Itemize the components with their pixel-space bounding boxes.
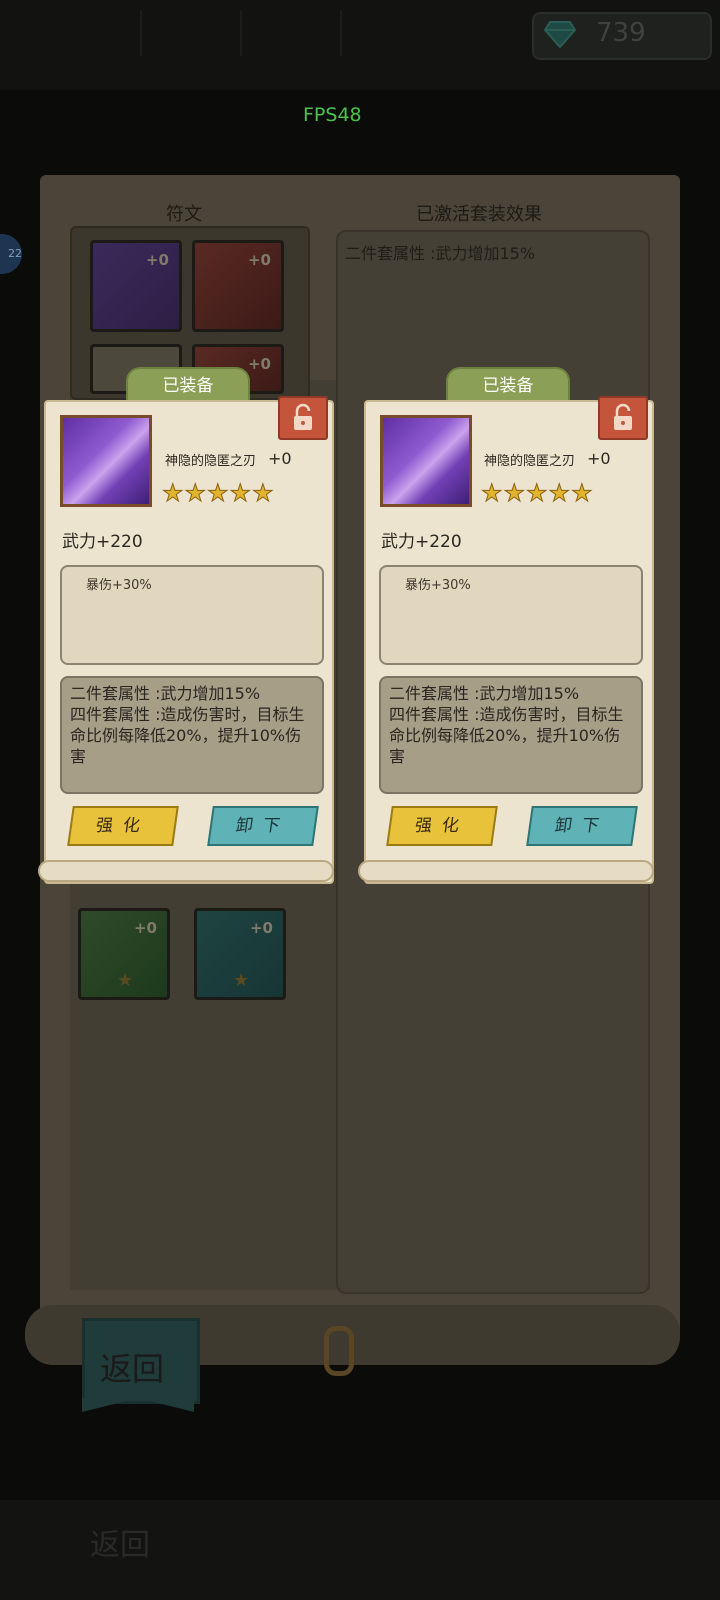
blade-icon bbox=[60, 415, 152, 507]
top-separator bbox=[240, 10, 242, 56]
rune-slot[interactable]: +0 bbox=[90, 240, 182, 332]
lock-icon[interactable] bbox=[278, 396, 328, 440]
enhance-button[interactable]: 强化 bbox=[67, 806, 179, 846]
top-separator bbox=[140, 10, 142, 56]
set-effects: 二件套属性 :武力增加15% 四件套属性 :造成伤害时，目标生命比例每降低20%… bbox=[379, 676, 643, 794]
scroll-tie bbox=[324, 1326, 354, 1376]
sub-stat: 暴伤+30% bbox=[405, 578, 471, 593]
star-rating: ★★★★★ bbox=[481, 479, 594, 508]
star-rating: ★★★★★ bbox=[162, 479, 275, 508]
card-roll bbox=[358, 860, 654, 882]
rune-slot[interactable]: +0 ★ bbox=[194, 908, 286, 1000]
item-enhance-level: +0 bbox=[268, 449, 292, 468]
equipped-tab: 已装备 bbox=[446, 367, 570, 403]
top-separator bbox=[340, 10, 342, 56]
rune-slot[interactable]: +0 bbox=[192, 240, 284, 332]
back-button-label: 返回 bbox=[100, 1350, 165, 1388]
active-set-title: 已激活套装效果 bbox=[416, 204, 542, 225]
unequip-button[interactable]: 卸下 bbox=[207, 806, 319, 846]
card-roll bbox=[38, 860, 334, 882]
main-stat: 武力+220 bbox=[381, 532, 462, 552]
set-effects: 二件套属性 :武力增加15% 四件套属性 :造成伤害时，目标生命比例每降低20%… bbox=[60, 676, 324, 794]
active-set-text: 二件套属性 :武力增加15% bbox=[345, 244, 536, 263]
main-stat: 武力+220 bbox=[62, 532, 143, 552]
item-name: 神隐的隐匿之刃 bbox=[165, 454, 257, 469]
side-badge[interactable]: 22 bbox=[0, 234, 22, 274]
item-name: 神隐的隐匿之刃 bbox=[484, 454, 576, 469]
blade-icon bbox=[380, 415, 472, 507]
equipped-tab: 已装备 bbox=[126, 367, 250, 403]
fps-counter: FPS48 bbox=[303, 104, 362, 126]
lock-icon[interactable] bbox=[598, 396, 648, 440]
sub-stat: 暴伤+30% bbox=[86, 578, 152, 593]
gem-value: 739 bbox=[596, 18, 646, 48]
enhance-button[interactable]: 强化 bbox=[386, 806, 498, 846]
gem-icon bbox=[544, 21, 576, 48]
rune-slot[interactable]: +0 ★ bbox=[78, 908, 170, 1000]
unequip-button[interactable]: 卸下 bbox=[526, 806, 638, 846]
item-enhance-level: +0 bbox=[587, 449, 611, 468]
rune-title: 符文 bbox=[166, 204, 202, 225]
bottom-back-label: 返回 bbox=[90, 1528, 150, 1563]
back-button-ribbon bbox=[82, 1398, 194, 1412]
